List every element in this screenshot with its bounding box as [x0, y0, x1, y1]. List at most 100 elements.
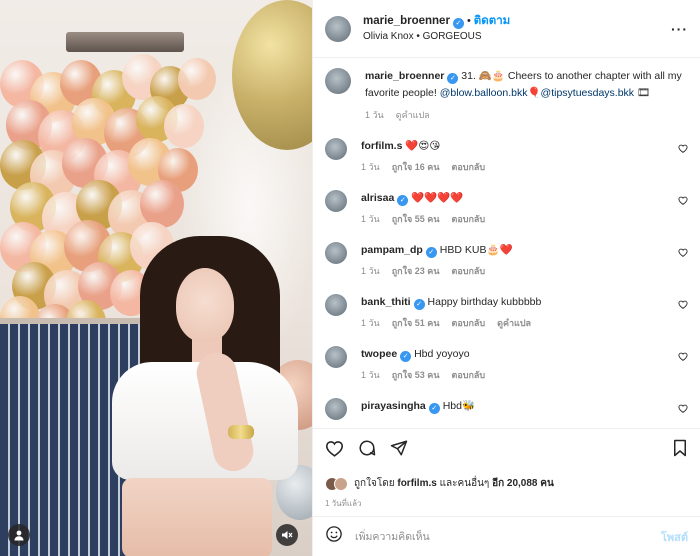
balloon: [178, 58, 216, 100]
follow-button[interactable]: ติดตาม: [474, 15, 510, 27]
comment-input[interactable]: เพิ่มความคิดเห็น: [355, 528, 661, 545]
verified-badge-icon: ✓: [400, 351, 412, 362]
mute-icon[interactable]: [276, 524, 298, 546]
liked-by-user[interactable]: forfilm.s: [397, 478, 436, 489]
comment-like-icon[interactable]: [678, 404, 688, 428]
reply-button[interactable]: ตอบกลับ: [451, 318, 485, 328]
verified-badge-icon: ✓: [397, 195, 409, 206]
post-dialog: marie_broenner ✓ • ติดตาม Olivia Knox • GOR…: [0, 0, 700, 556]
comment-username[interactable]: alrisaa: [361, 192, 394, 204]
dot-separator: •: [466, 14, 471, 27]
comment-text: pampam_dp ✓ HBD KUB🎂❤️: [361, 242, 672, 258]
comment-like-icon[interactable]: [678, 352, 688, 398]
avatar[interactable]: [325, 15, 351, 42]
post-comment-button[interactable]: โพสต์: [661, 528, 688, 546]
comment-item: forfilm.s ❤️😍😘 1 วัน ถูกใจ 16 คน ตอบกลับ: [313, 138, 700, 190]
comment-message: Happy birthday kubbbbb: [427, 296, 542, 308]
author-username[interactable]: marie_broenner: [363, 15, 450, 27]
comment-time: 1 วัน: [361, 370, 380, 380]
reply-button[interactable]: ตอบกลับ: [451, 370, 485, 380]
comment-likes[interactable]: ถูกใจ 55 คน: [392, 214, 440, 224]
comment-message: Hbd🐝: [442, 400, 476, 412]
comment-like-icon[interactable]: [678, 300, 688, 346]
reply-button[interactable]: ตอบกลับ: [451, 266, 485, 276]
balloon: [140, 180, 184, 228]
comment-likes[interactable]: ถูกใจ 53 คน: [392, 370, 440, 380]
comment-list[interactable]: marie_broenner ✓ 31. 🙈🎂 Cheers to another…: [313, 58, 700, 428]
comment-like-icon[interactable]: [678, 248, 688, 294]
comment-item: alrisaa ✓ ❤️❤️❤️❤️ 1 วัน ถูกใจ 55 คน ตอบกลับ: [313, 190, 700, 242]
comment-time: 1 วัน: [361, 266, 380, 276]
add-comment-bar: เพิ่มความคิดเห็น โพสต์: [313, 516, 700, 556]
emoji-icon[interactable]: [325, 525, 343, 548]
comment-body: pirayasingha ✓ Hbd🐝: [361, 398, 672, 428]
comment-username[interactable]: bank_thiti: [361, 296, 411, 308]
post-actions: ถูกใจโดย forfilm.s และคนอื่นๆ อีก 20,088…: [313, 428, 700, 516]
caption-time: 1 วัน: [365, 110, 384, 120]
comment-rows: forfilm.s ❤️😍😘 1 วัน ถูกใจ 16 คน ตอบกลับ alr…: [313, 138, 700, 428]
avatar[interactable]: [325, 294, 347, 316]
likes-text: ถูกใจโดย forfilm.s และคนอื่นๆ อีก 20,088…: [354, 476, 554, 491]
verified-badge-icon: ✓: [425, 247, 437, 258]
comment-meta: 1 วัน ถูกใจ 16 คน ตอบกลับ: [361, 160, 672, 174]
like-icon[interactable]: [325, 440, 344, 462]
comment-item: pampam_dp ✓ HBD KUB🎂❤️ 1 วัน ถูกใจ 23 คน ตอบ…: [313, 242, 700, 294]
avatar: [334, 476, 348, 491]
comment-item: pirayasingha ✓ Hbd🐝: [313, 398, 700, 428]
comment-message: Hbd yoyoyo: [414, 348, 470, 360]
tagged-user-icon[interactable]: [8, 524, 30, 546]
comment-likes[interactable]: ถูกใจ 51 คน: [392, 318, 440, 328]
caption-body: marie_broenner ✓ 31. 🙈🎂 Cheers to another…: [365, 68, 688, 122]
comment-likes[interactable]: ถูกใจ 23 คน: [392, 266, 440, 276]
post-side-panel: marie_broenner ✓ • ติดตาม Olivia Knox • GOR…: [312, 0, 700, 556]
avatar[interactable]: [325, 138, 347, 160]
comment-username[interactable]: pirayasingha: [361, 400, 426, 412]
verified-badge-icon: ✓: [413, 299, 425, 310]
avatar[interactable]: [325, 398, 347, 420]
likes-count[interactable]: อีก 20,088 คน: [492, 478, 554, 489]
reply-button[interactable]: ตอบกลับ: [451, 214, 485, 224]
comment-time: 1 วัน: [361, 318, 380, 328]
header-text: marie_broenner ✓ • ติดตาม Olivia Knox • GOR…: [363, 13, 510, 44]
balloon-emoji: 🎈: [527, 87, 541, 99]
avatar[interactable]: [325, 190, 347, 212]
avatar[interactable]: [325, 346, 347, 368]
comment-text: alrisaa ✓ ❤️❤️❤️❤️: [361, 190, 672, 206]
comment-message: ❤️❤️❤️❤️: [411, 192, 464, 204]
likes-summary[interactable]: ถูกใจโดย forfilm.s และคนอื่นๆ อีก 20,088…: [325, 476, 688, 491]
comment-meta: 1 วัน ถูกใจ 55 คน ตอบกลับ: [361, 212, 672, 226]
comment-item: twopee ✓ Hbd yoyoyo 1 วัน ถูกใจ 53 คน ตอบกลั…: [313, 346, 700, 398]
reply-button[interactable]: ตอบกลับ: [451, 162, 485, 172]
mention-link[interactable]: @tipsytuesdays.bkk: [541, 87, 635, 99]
liked-by-middle: และคนอื่นๆ: [439, 478, 490, 489]
verified-badge-icon: ✓: [452, 17, 464, 29]
comment-icon[interactable]: [358, 439, 376, 462]
comment-username[interactable]: twopee: [361, 348, 397, 360]
mention-link[interactable]: @blow.balloon.bkk: [440, 87, 528, 99]
comment-text: forfilm.s ❤️😍😘: [361, 138, 672, 154]
avatar[interactable]: [325, 68, 351, 94]
caption-meta: 1 วัน ดูคำแปล: [365, 108, 688, 122]
see-translation-link[interactable]: ดูคำแปล: [396, 110, 430, 120]
comment-meta: 1 วัน ถูกใจ 53 คน ตอบกลับ: [361, 368, 672, 382]
comment-username[interactable]: forfilm.s: [361, 140, 402, 152]
comment-text: pirayasingha ✓ Hbd🐝: [361, 398, 672, 414]
comment-like-icon[interactable]: [678, 196, 688, 242]
audio-line[interactable]: Olivia Knox • GORGEOUS: [363, 30, 510, 45]
comment-likes[interactable]: ถูกใจ 16 คน: [392, 162, 440, 172]
post-media-video[interactable]: [0, 0, 312, 556]
comment-username[interactable]: pampam_dp: [361, 244, 423, 256]
person-face: [176, 268, 234, 342]
gold-bracelet: [228, 425, 254, 439]
see-translation-link[interactable]: ดูคำแปล: [497, 318, 531, 328]
action-icons: [325, 439, 688, 462]
caption-username[interactable]: marie_broenner: [365, 70, 444, 82]
comment-like-icon[interactable]: [678, 144, 688, 190]
post-header: marie_broenner ✓ • ติดตาม Olivia Knox • GOR…: [313, 0, 700, 58]
comment-time: 1 วัน: [361, 214, 380, 224]
avatar[interactable]: [325, 242, 347, 264]
comment-body: alrisaa ✓ ❤️❤️❤️❤️ 1 วัน ถูกใจ 55 คน ตอบกลับ: [361, 190, 672, 242]
share-icon[interactable]: [390, 439, 408, 462]
save-icon[interactable]: [672, 439, 688, 462]
more-options-icon[interactable]: ···: [671, 21, 688, 37]
